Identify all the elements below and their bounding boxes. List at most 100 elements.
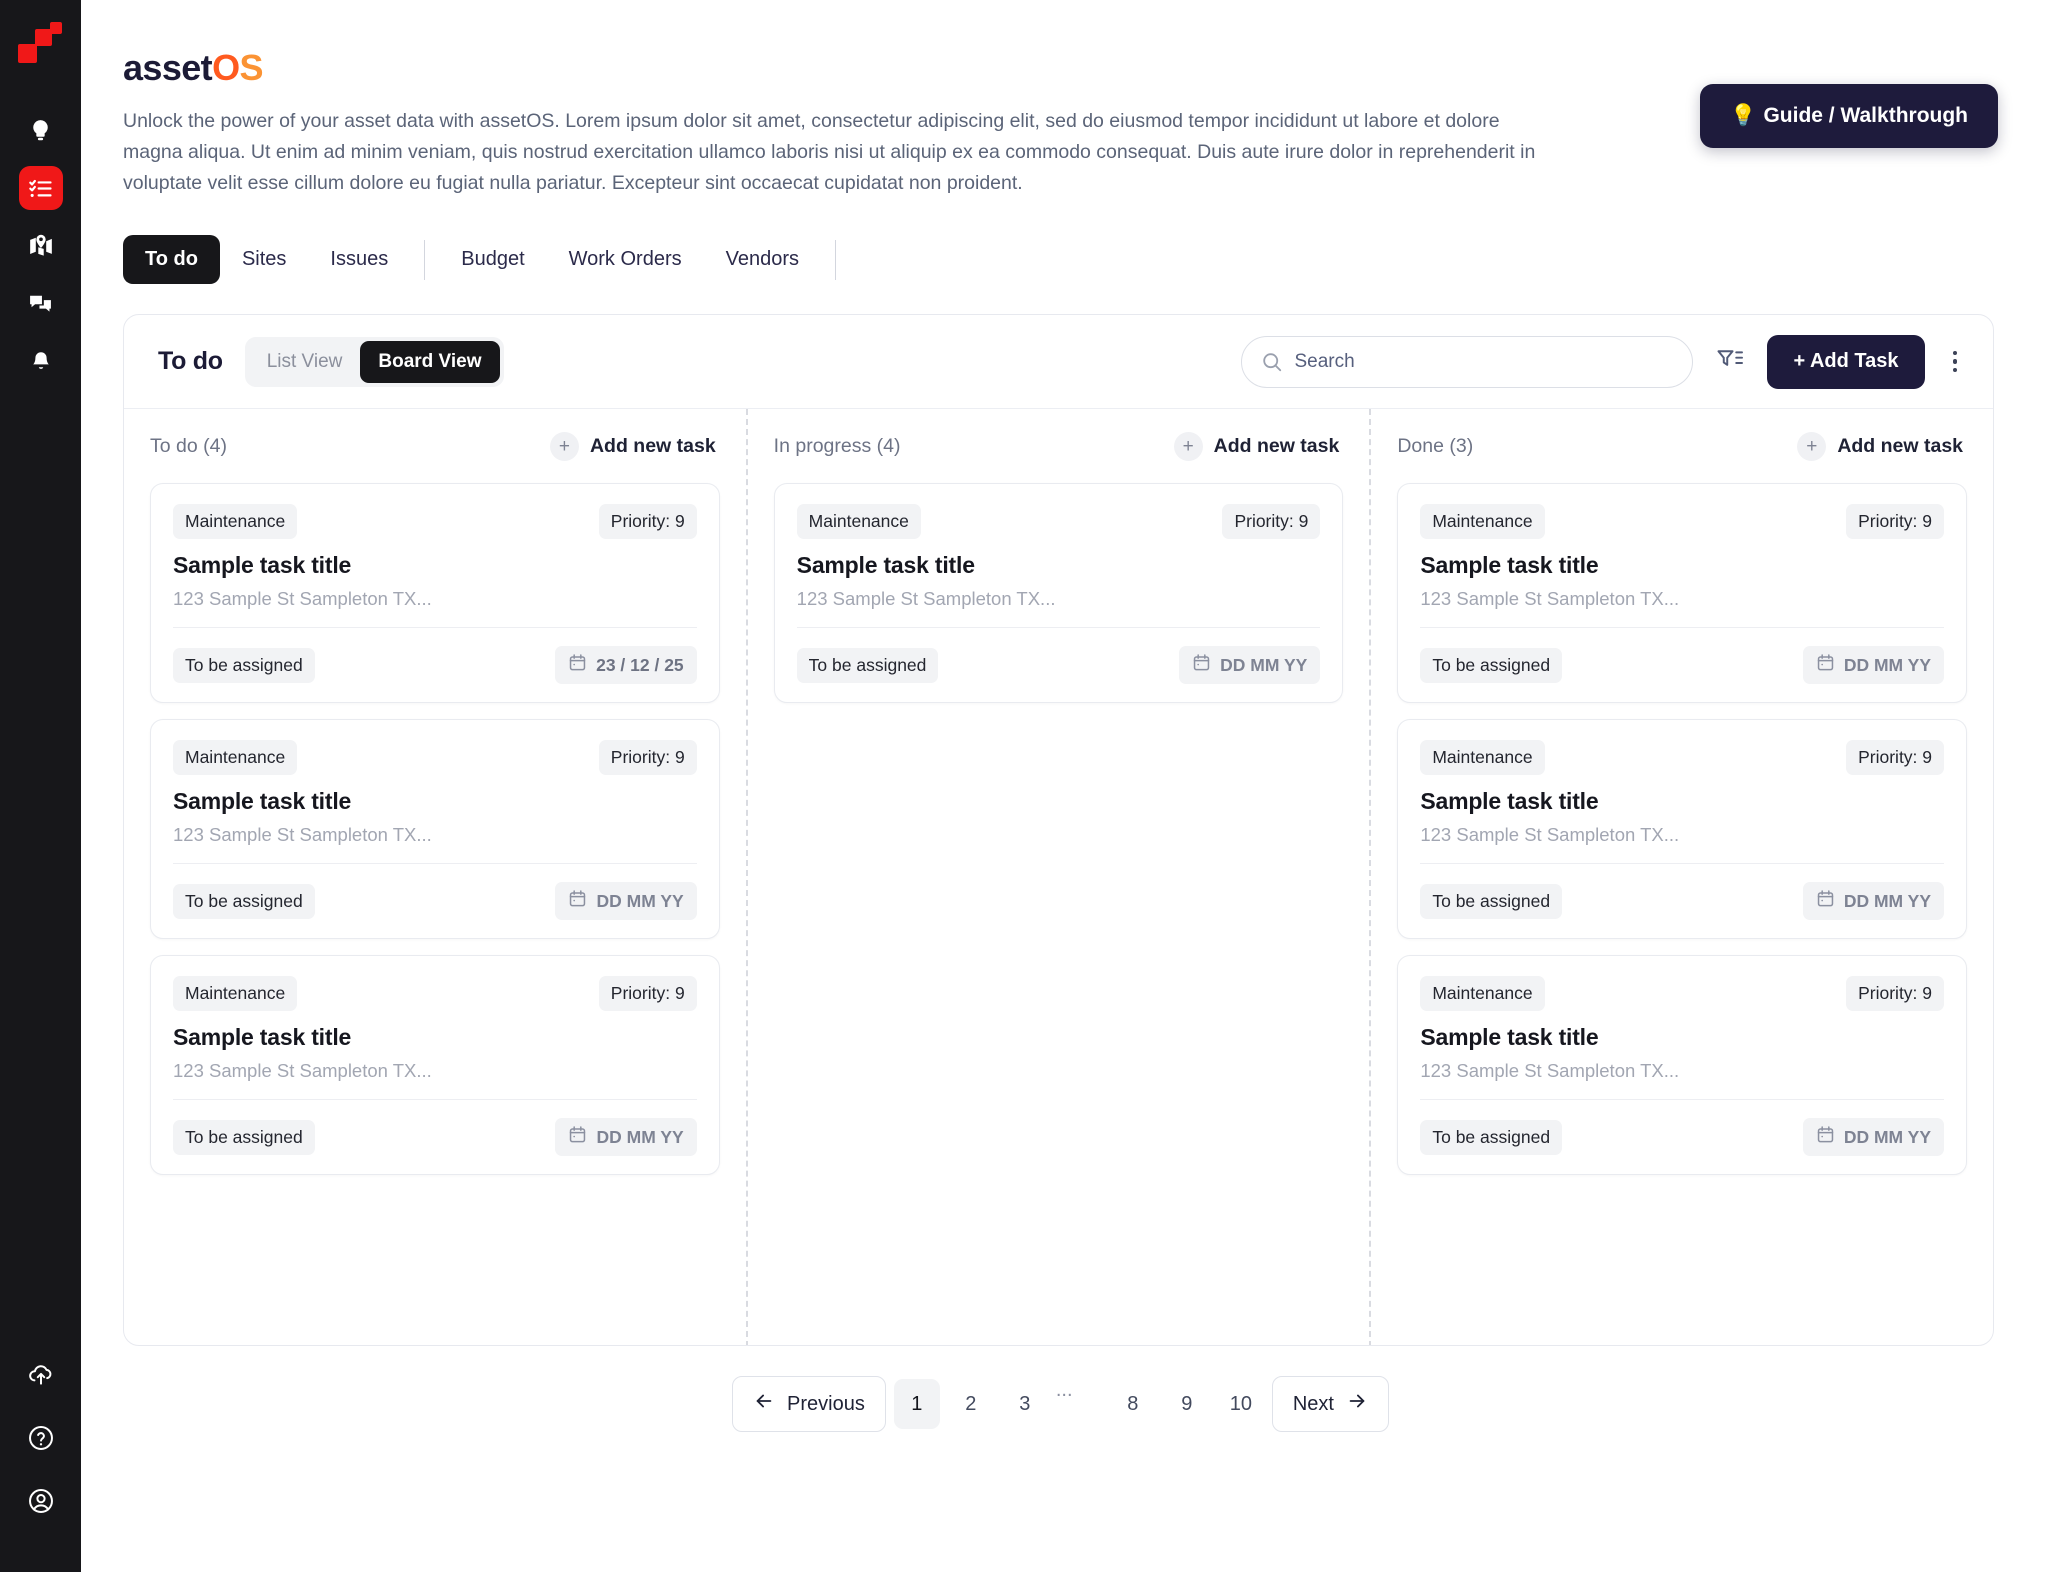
task-assignee-chip: To be assigned (796, 647, 939, 683)
guide-walkthrough-button[interactable]: 💡 Guide / Walkthrough (1700, 84, 1998, 148)
sidebar-item-messages[interactable] (19, 282, 63, 326)
brand-part-o: O (212, 47, 240, 88)
chat-bubbles-icon (28, 292, 53, 317)
task-card[interactable]: Maintenance Priority: 9 Sample task title… (150, 483, 720, 703)
help-circle-icon[interactable] (27, 1424, 55, 1457)
app-logo-mark[interactable] (17, 22, 64, 68)
pagination-ellipsis: ... (1055, 1379, 1073, 1401)
tab-to-do[interactable]: To do (123, 235, 220, 284)
more-options-button[interactable] (1943, 345, 1968, 379)
page-3-button[interactable]: 3 (1002, 1379, 1048, 1429)
task-address: 123 Sample St Sampleton TX... (173, 824, 432, 845)
board-title: To do (158, 347, 223, 375)
map-pin-icon (28, 233, 54, 259)
task-card[interactable]: Maintenance Priority: 9 Sample task title… (1397, 719, 1968, 939)
task-due-date-chip: DD MM YY (555, 882, 697, 920)
task-due-date-text: 23 / 12 / 25 (596, 654, 684, 675)
task-assignee-chip: To be assigned (173, 647, 315, 683)
task-due-date-chip: DD MM YY (555, 1118, 697, 1156)
task-card[interactable]: Maintenance Priority: 9 Sample task title… (773, 483, 1344, 703)
card-divider (1420, 627, 1945, 628)
task-category-chip: Maintenance (173, 740, 298, 775)
task-card[interactable]: Maintenance Priority: 9 Sample task title… (1397, 483, 1968, 703)
add-new-task-to-do[interactable]: + Add new task (549, 431, 716, 461)
app-root: assetOS Unlock the power of your asset d… (0, 0, 2050, 1572)
section-tabs: To do Sites Issues Budget Work Orders Ve… (123, 235, 1998, 284)
tab-sites[interactable]: Sites (220, 235, 308, 284)
tab-divider-end (835, 239, 836, 280)
tab-budget[interactable]: Budget (439, 235, 546, 284)
sidebar-item-insights[interactable] (19, 108, 63, 152)
add-new-task-done[interactable]: + Add new task (1797, 431, 1964, 461)
task-card[interactable]: Maintenance Priority: 9 Sample task title… (150, 955, 720, 1175)
page-9-button[interactable]: 9 (1164, 1379, 1210, 1429)
column-cards: Maintenance Priority: 9 Sample task title… (748, 483, 1370, 703)
plus-icon: + (549, 431, 579, 461)
task-priority-chip: Priority: 9 (1222, 504, 1321, 539)
kanban-column-done: Done (3) + Add new task Maintenance Prior… (1369, 409, 1993, 1345)
next-label: Next (1292, 1392, 1334, 1415)
task-card[interactable]: Maintenance Priority: 9 Sample task title… (150, 719, 720, 939)
task-card[interactable]: Maintenance Priority: 9 Sample task title… (1397, 955, 1968, 1175)
tab-divider (424, 239, 426, 280)
task-address: 123 Sample St Sampleton TX... (173, 1060, 432, 1081)
search-container (1241, 335, 1694, 388)
sidebar-item-map[interactable] (19, 224, 63, 268)
user-account-icon[interactable] (27, 1487, 55, 1520)
page-1-button[interactable]: 1 (893, 1379, 940, 1429)
next-page-button[interactable]: Next (1271, 1376, 1389, 1432)
rail-primary-nav (18, 108, 63, 384)
calendar-icon (568, 653, 587, 677)
card-divider (173, 627, 697, 628)
left-navigation-rail (0, 0, 81, 1572)
cloud-upload-icon[interactable] (27, 1361, 55, 1394)
more-vertical-icon-dot (1952, 367, 1957, 373)
column-cards: Maintenance Priority: 9 Sample task title… (1371, 483, 1993, 1175)
card-divider (1420, 1099, 1945, 1100)
sidebar-item-notifications[interactable] (19, 340, 63, 384)
board-view-button[interactable]: Board View (360, 340, 500, 383)
task-title: Sample task title (173, 788, 352, 814)
column-cards: Maintenance Priority: 9 Sample task title… (124, 483, 746, 1175)
task-title: Sample task title (173, 1024, 352, 1050)
bell-icon (29, 350, 53, 374)
task-due-date-chip: 23 / 12 / 25 (555, 646, 697, 684)
kanban-board: To do (4) + Add new task Maintenance Prio… (124, 409, 1993, 1345)
task-address: 123 Sample St Sampleton TX... (796, 588, 1056, 609)
task-due-date-text: DD MM YY (596, 890, 684, 911)
task-due-date-text: DD MM YY (596, 1126, 684, 1147)
board-toolbar: To do List View Board View Search + Add … (124, 315, 1993, 409)
arrow-right-icon (1346, 1390, 1368, 1418)
add-new-task-label: Add new task (1837, 434, 1964, 457)
task-due-date-text: DD MM YY (1843, 654, 1932, 675)
task-title: Sample task title (796, 552, 975, 578)
page-2-button[interactable]: 2 (948, 1379, 994, 1429)
add-task-button[interactable]: + Add Task (1767, 334, 1925, 389)
task-due-date-text: DD MM YY (1843, 890, 1932, 911)
task-title: Sample task title (1420, 1024, 1599, 1050)
calendar-icon (1816, 653, 1835, 677)
page-8-button[interactable]: 8 (1110, 1379, 1156, 1429)
task-title: Sample task title (173, 552, 352, 578)
filter-funnel-icon (1715, 345, 1745, 378)
tab-issues[interactable]: Issues (308, 235, 410, 284)
tab-vendors[interactable]: Vendors (704, 235, 821, 284)
task-assignee-chip: To be assigned (1420, 883, 1563, 919)
more-vertical-icon-dot (1952, 350, 1957, 356)
previous-page-button[interactable]: Previous (732, 1376, 886, 1432)
tab-work-orders[interactable]: Work Orders (547, 235, 704, 284)
sidebar-item-tasks[interactable] (18, 166, 63, 210)
kanban-column-in-progress: In progress (4) + Add new task Maintenan… (745, 409, 1370, 1345)
column-title: In progress (4) (773, 434, 901, 457)
page-10-button[interactable]: 10 (1218, 1379, 1264, 1429)
column-header: In progress (4) + Add new task (748, 409, 1370, 483)
filter-button[interactable] (1711, 341, 1749, 382)
list-view-button[interactable]: List View (249, 341, 361, 383)
search-input[interactable] (1241, 335, 1694, 388)
task-due-date-text: DD MM YY (1843, 1126, 1932, 1147)
plus-icon: + (1173, 431, 1203, 461)
task-assignee-chip: To be assigned (173, 883, 315, 919)
add-new-task-in-progress[interactable]: + Add new task (1173, 431, 1339, 461)
task-priority-chip: Priority: 9 (598, 740, 697, 775)
more-vertical-icon-dot (1952, 359, 1957, 364)
